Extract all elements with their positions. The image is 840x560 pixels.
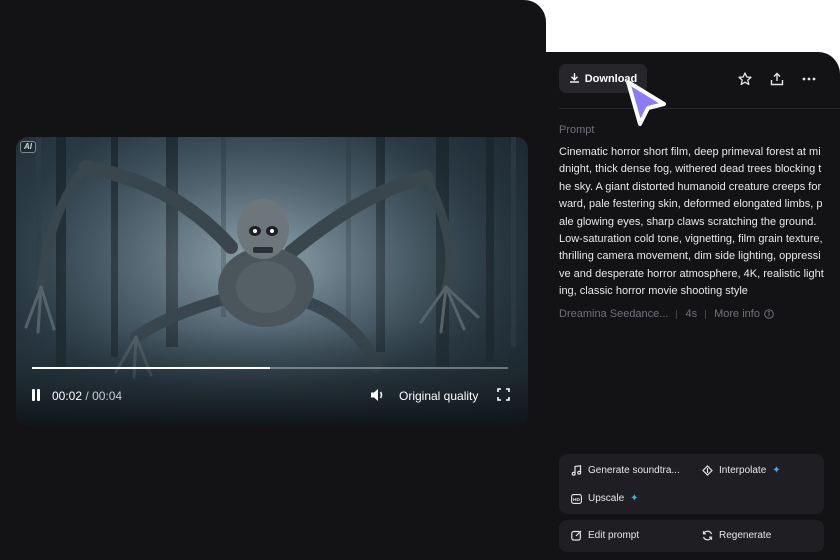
divider — [559, 108, 840, 109]
model-name[interactable]: Dreamina Seedance... — [559, 308, 668, 320]
hd-icon: HD — [571, 493, 582, 504]
prompt-text: Cinematic horror short film, deep primev… — [559, 146, 824, 298]
video-panel: AI 00:02 / 00:04 Original quality — [0, 0, 546, 560]
video-length: 4s — [685, 308, 698, 320]
video-frame-image — [16, 137, 528, 425]
music-note-icon — [571, 465, 582, 476]
generate-soundtrack-button[interactable]: Generate soundtra... — [571, 465, 680, 476]
interpolate-button[interactable]: Interpolate ✦ — [702, 465, 781, 476]
current-time: 00:02 — [52, 389, 83, 403]
generate-soundtrack-label: Generate soundtra... — [588, 465, 680, 476]
time-display: 00:02 / 00:04 — [52, 389, 122, 403]
upscale-label: Upscale — [588, 493, 625, 504]
interpolate-icon — [702, 465, 713, 476]
more-info-label: More info — [714, 308, 760, 320]
duration: 00:04 — [92, 389, 123, 403]
regenerate-label: Regenerate — [719, 530, 772, 541]
edit-icon — [571, 530, 582, 541]
pause-icon[interactable] — [30, 389, 42, 401]
player-controls: 00:02 / 00:04 Original quality — [16, 385, 528, 407]
details-panel: Download Prompt Cinematic horror short f… — [546, 52, 840, 560]
regenerate-button[interactable]: Regenerate — [702, 530, 771, 541]
more-info-link[interactable]: More info — [714, 308, 774, 320]
progress-bar[interactable] — [32, 367, 508, 369]
edit-actions-group: Edit prompt Regenerate — [559, 520, 824, 552]
more-icon[interactable] — [800, 70, 818, 88]
pointer-cursor-icon — [620, 76, 670, 135]
prompt-label: Prompt — [559, 124, 595, 136]
volume-icon[interactable] — [370, 388, 386, 407]
progress-fill — [32, 367, 270, 369]
refresh-icon — [702, 530, 713, 541]
ai-badge: AI — [20, 141, 36, 153]
interpolate-label: Interpolate — [719, 465, 767, 476]
edit-prompt-label: Edit prompt — [588, 530, 640, 541]
quality-selector[interactable]: Original quality — [399, 389, 478, 403]
time-separator: / — [85, 389, 89, 403]
download-icon — [569, 72, 580, 86]
meta-divider — [676, 309, 678, 319]
share-icon[interactable] — [768, 70, 786, 88]
meta-divider — [705, 309, 707, 319]
generation-meta: Dreamina Seedance... 4s More info — [559, 308, 774, 320]
edit-prompt-button[interactable]: Edit prompt — [571, 530, 639, 541]
actions-group: Generate soundtra... Interpolate ✦ HD Up… — [559, 454, 824, 514]
video-player[interactable]: AI 00:02 / 00:04 Original quality — [16, 137, 528, 425]
upscale-button[interactable]: HD Upscale ✦ — [571, 493, 639, 504]
svg-text:HD: HD — [573, 496, 580, 502]
sparkle-icon: ✦ — [772, 465, 781, 476]
fullscreen-icon[interactable] — [497, 388, 510, 406]
sparkle-icon: ✦ — [630, 493, 639, 504]
star-icon[interactable] — [736, 70, 754, 88]
info-icon — [764, 309, 774, 319]
